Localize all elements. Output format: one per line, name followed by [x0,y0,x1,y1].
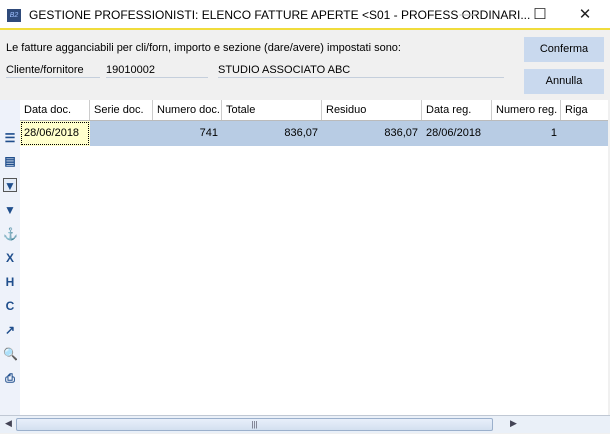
client-code-field[interactable]: 19010002 [106,64,208,78]
print-icon[interactable]: ⎙ [3,371,17,385]
cell-numero-reg[interactable]: 1 [492,121,561,146]
col-header[interactable]: Totale [222,100,322,120]
close-button[interactable]: ✕ [565,4,605,26]
col-header[interactable]: Numero reg. [492,100,561,120]
col-header[interactable]: Numero doc. [153,100,222,120]
cell-data-reg[interactable]: 28/06/2018 [422,121,492,146]
app-logo-icon: B2 [7,9,21,22]
cell-data-doc[interactable]: 28/06/2018 [20,121,90,146]
info-message: Le fatture agganciabili per cli/forn, im… [6,42,401,54]
col-header[interactable]: Serie doc. [90,100,153,120]
confirm-button[interactable]: Conferma [524,37,604,62]
table-row[interactable]: 28/06/2018 741 836,07 836,07 28/06/2018 … [20,121,608,146]
title-bar: B2 GESTIONE PROFESSIONISTI: ELENCO FATTU… [0,0,610,30]
invoice-grid: Data doc. Serie doc. Numero doc. Totale … [20,100,608,416]
cell-totale[interactable]: 836,07 [222,121,322,146]
col-header[interactable]: Riga [561,100,608,120]
cell-residuo[interactable]: 836,07 [322,121,422,146]
filter-icon[interactable]: ▼ [3,178,17,193]
col-header[interactable]: Residuo [322,100,422,120]
scroll-thumb[interactable]: ||| [16,418,493,431]
preview-icon[interactable]: 🔍 [3,347,18,361]
anchor-icon[interactable]: ⚓ [3,227,18,241]
col-header[interactable]: Data reg. [422,100,492,120]
cell-serie-doc[interactable] [90,121,153,146]
col-header[interactable]: Data doc. [20,100,90,120]
minimize-button[interactable]: — [447,4,487,26]
scroll-right-icon[interactable]: ▶ [510,418,517,429]
maximize-button[interactable]: ☐ [520,4,560,26]
export-csv-icon[interactable]: C [3,299,17,313]
scroll-left-icon[interactable]: ◀ [5,418,12,429]
export-html-icon[interactable]: H [3,275,17,289]
detail-list-icon[interactable]: ▤ [3,154,17,168]
client-label: Cliente/fornitore [6,64,100,78]
export-excel-icon[interactable]: X [3,251,17,265]
side-toolbar: ☰ ▤ ▼ ▼ ⚓ X H C ↗ 🔍 ⎙ [0,100,20,416]
horizontal-scrollbar[interactable]: ◀ ||| ▶ [0,415,610,433]
filter-remove-icon[interactable]: ▼ [3,203,17,217]
grid-header: Data doc. Serie doc. Numero doc. Totale … [20,100,608,121]
cancel-button[interactable]: Annulla [524,69,604,94]
list-icon[interactable]: ☰ [3,131,17,145]
client-name-field[interactable]: STUDIO ASSOCIATO ABC [218,64,504,78]
chart-icon[interactable]: ↗ [3,323,17,337]
cell-riga[interactable] [561,121,608,146]
cell-numero-doc[interactable]: 741 [153,121,222,146]
